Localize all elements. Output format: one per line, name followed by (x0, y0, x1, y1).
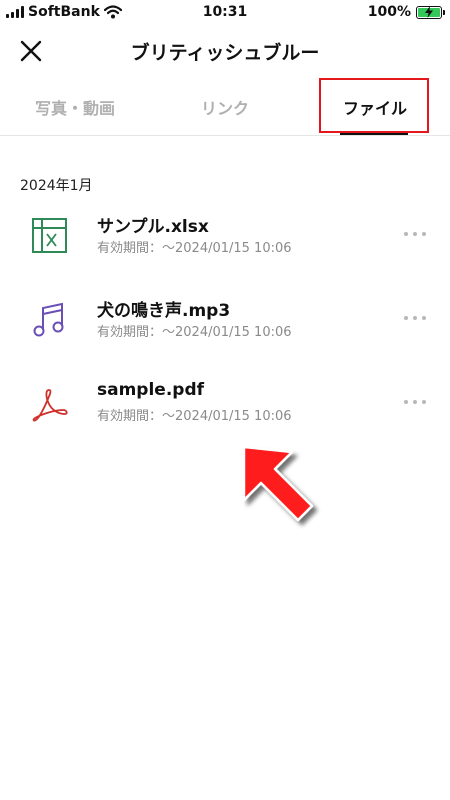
file-expiry: 有効期間：〜2024/01/15 10:06 (97, 325, 292, 340)
pdf-file-icon (32, 389, 68, 422)
tab-highlight-box (319, 78, 429, 133)
more-options-icon[interactable] (404, 312, 426, 324)
file-name: 犬の鳴き声.mp3 (97, 301, 231, 321)
tab-photos-videos[interactable]: 写真・動画 (0, 78, 150, 136)
list-item-file-xlsx[interactable]: サンプル.xlsx 有効期間：〜2024/01/15 10:06 (0, 202, 450, 272)
file-expiry: 有効期間：〜2024/01/15 10:06 (97, 241, 292, 256)
more-options-icon[interactable] (404, 228, 426, 240)
month-header: 2024年1月 (20, 178, 93, 194)
file-expiry: 有効期間：〜2024/01/15 10:06 (97, 409, 292, 424)
battery-percent: 100% (367, 4, 411, 20)
pointer-arrow-icon (242, 445, 314, 522)
list-item-file-mp3[interactable]: 犬の鳴き声.mp3 有効期間：〜2024/01/15 10:06 (0, 286, 450, 356)
active-tab-indicator (340, 133, 408, 135)
file-name: サンプル.xlsx (97, 217, 209, 237)
more-options-icon[interactable] (404, 396, 426, 408)
music-note-icon (33, 302, 64, 337)
status-bar: SoftBank 10:31 100% (0, 0, 450, 26)
charging-bolt-icon (425, 5, 433, 18)
header: ブリティッシュブルー (0, 26, 450, 76)
tab-links[interactable]: リンク (150, 78, 300, 136)
file-name: sample.pdf (97, 380, 205, 400)
battery-icon (416, 5, 445, 19)
list-item-file-pdf[interactable]: sample.pdf 有効期間：〜2024/01/15 10:06 (0, 370, 450, 440)
excel-file-icon (32, 218, 67, 253)
status-right: 100% (367, 4, 445, 20)
page-title: ブリティッシュブルー (130, 42, 320, 64)
